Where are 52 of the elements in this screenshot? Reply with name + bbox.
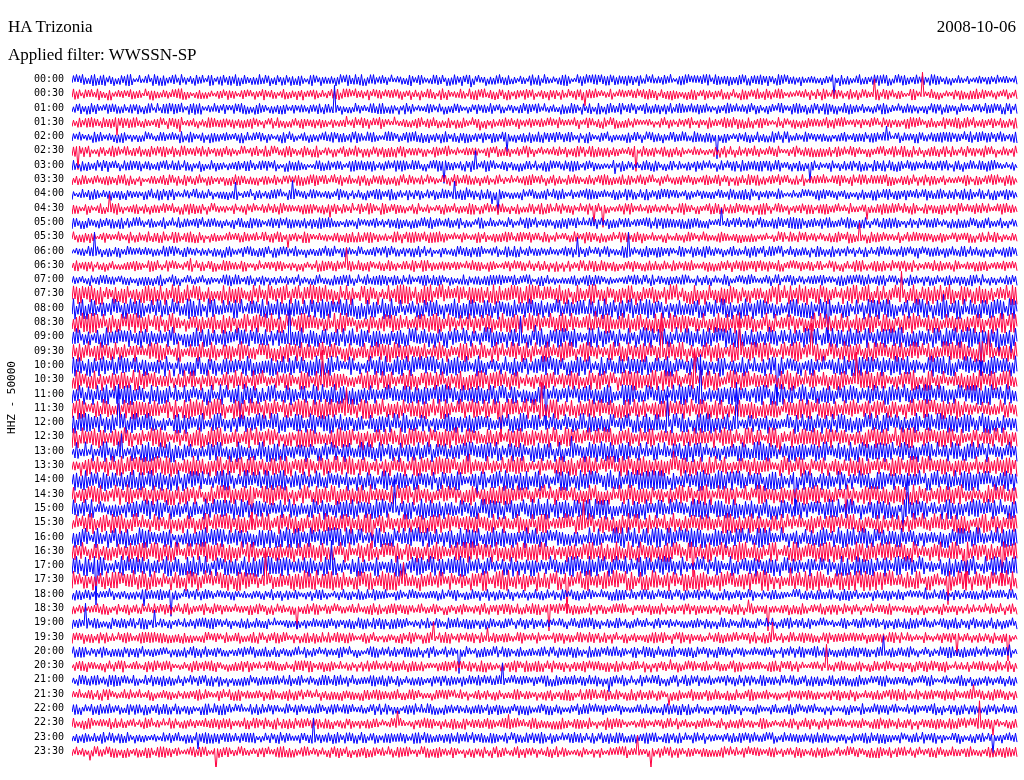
time-label: 07:30 xyxy=(33,286,64,301)
time-label: 23:30 xyxy=(33,743,64,758)
time-label: 10:00 xyxy=(33,357,64,372)
time-label: 20:30 xyxy=(33,658,64,673)
time-label: 11:00 xyxy=(33,386,64,401)
time-label: 15:00 xyxy=(33,500,64,515)
time-label: 00:00 xyxy=(33,72,64,86)
time-label: 16:30 xyxy=(33,543,64,558)
time-label: 22:00 xyxy=(33,701,64,716)
time-label: 09:30 xyxy=(33,343,64,358)
time-label: 02:30 xyxy=(33,143,64,158)
time-label: 12:00 xyxy=(33,415,64,430)
time-label: 14:00 xyxy=(33,472,64,487)
time-label: 16:00 xyxy=(33,529,64,544)
time-label: 03:30 xyxy=(33,172,64,187)
time-label: 08:00 xyxy=(33,300,64,315)
time-label: 19:00 xyxy=(33,615,64,630)
time-label: 18:00 xyxy=(33,586,64,601)
time-label: 04:30 xyxy=(33,200,64,215)
time-label: 03:00 xyxy=(33,157,64,172)
time-label: 05:00 xyxy=(33,214,64,229)
time-label: 21:00 xyxy=(33,672,64,687)
time-label: 10:30 xyxy=(33,372,64,387)
time-label: 13:30 xyxy=(33,458,64,472)
time-label: 06:00 xyxy=(33,243,64,258)
time-label: 20:00 xyxy=(33,643,64,658)
time-label: 15:30 xyxy=(33,515,64,530)
time-label: 13:00 xyxy=(33,443,64,458)
time-label: 01:00 xyxy=(33,100,64,115)
time-label: 22:30 xyxy=(33,715,64,730)
channel-label: HHZ - 50000 xyxy=(4,360,18,436)
time-label: 11:30 xyxy=(33,400,64,415)
date-label: 2008-10-06 xyxy=(936,17,1016,37)
time-label: 07:00 xyxy=(33,272,64,287)
time-label: 00:30 xyxy=(33,86,64,101)
time-label: 17:30 xyxy=(33,572,64,587)
station-title: HA Trizonia xyxy=(8,17,93,37)
time-label: 23:00 xyxy=(33,729,64,744)
time-label: 21:30 xyxy=(33,686,64,701)
filter-label: Applied filter: WWSSN-SP xyxy=(8,45,197,64)
time-label: 02:00 xyxy=(33,129,64,144)
time-label: 06:30 xyxy=(33,257,64,272)
time-label: 04:00 xyxy=(33,186,64,201)
time-label: 17:00 xyxy=(33,558,64,573)
time-label: 09:00 xyxy=(33,329,64,344)
time-label: 05:30 xyxy=(33,229,64,244)
time-label: 01:30 xyxy=(33,114,64,129)
time-label: 18:30 xyxy=(33,601,64,615)
time-label: 14:30 xyxy=(33,486,64,501)
time-label: 12:30 xyxy=(33,429,64,444)
time-label: 08:30 xyxy=(33,315,64,330)
time-label: 19:30 xyxy=(33,629,64,644)
